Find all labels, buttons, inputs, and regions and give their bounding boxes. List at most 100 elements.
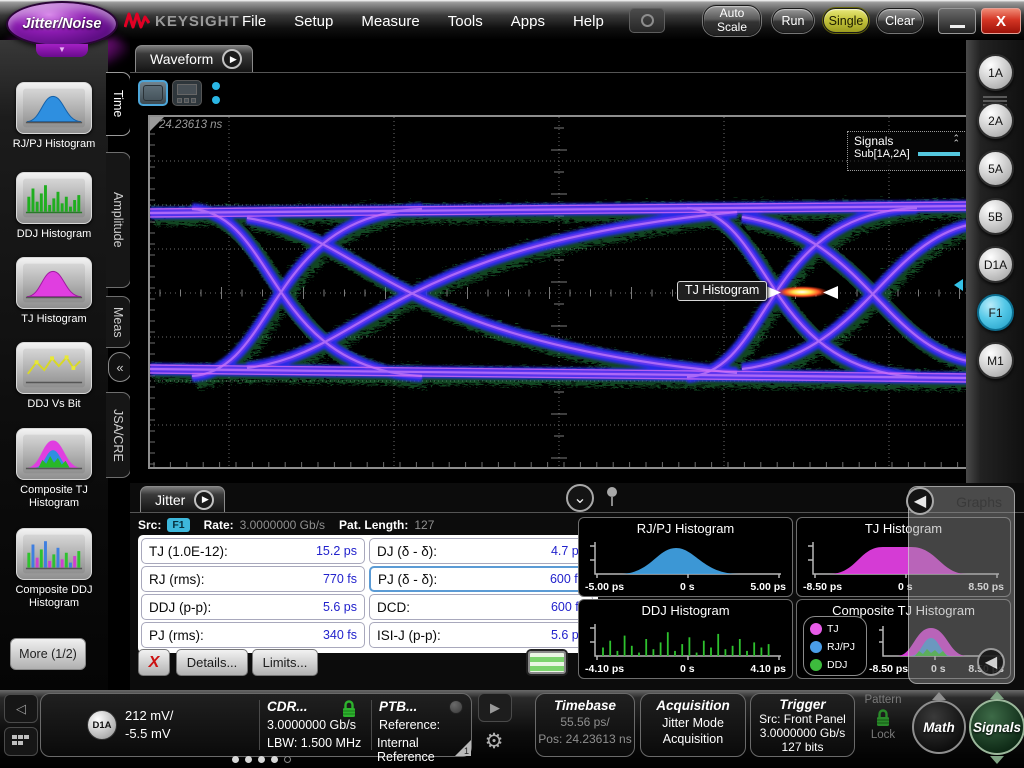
tab-time[interactable]: Time [106, 72, 131, 136]
math-button[interactable]: Math [912, 700, 966, 754]
channel-button-m1[interactable]: M1 [977, 342, 1014, 379]
tab-divider [130, 72, 1024, 73]
cdr-title: CDR... [267, 699, 308, 714]
run-button[interactable]: Run [772, 8, 814, 33]
menu-setup[interactable]: Setup [280, 11, 347, 32]
table-row: PJ (rms):340 fs ISI-J (p-p):5.6 ps [141, 622, 595, 648]
sidebar-item-label: DDJ Histogram [0, 228, 108, 241]
sidebar-item-composite-tj-histogram[interactable]: Composite TJ Histogram [0, 428, 108, 510]
result-cell-pj-rms[interactable]: PJ (rms):340 fs [141, 622, 365, 648]
menu-help[interactable]: Help [559, 11, 618, 32]
sidebar-item-ddj-histogram[interactable]: DDJ Histogram [0, 172, 108, 241]
app-logo[interactable]: Jitter/Noise [6, 1, 118, 47]
measurement-status-icon [528, 651, 566, 674]
ddj-legend-dot [810, 659, 822, 671]
channel-button-f1[interactable]: F1 [977, 294, 1014, 331]
x-label-min: -4.10 ps [585, 663, 624, 675]
collapse-chevron-icon[interactable]: ⌃⌃ [952, 136, 960, 146]
logo-dropdown-arrow[interactable]: ▼ [36, 44, 88, 57]
trigger-panel[interactable]: Trigger Src: Front Panel 3.0000000 Gb/s … [750, 693, 855, 757]
details-button[interactable]: Details... [176, 649, 248, 676]
acquisition-panel[interactable]: Acquisition Jitter Mode Acquisition [640, 693, 746, 757]
signals-up-arrow-icon[interactable] [990, 691, 1004, 699]
more-graphs-button[interactable]: More (1/2) [10, 638, 86, 670]
channel-button-5b[interactable]: 5B [977, 198, 1014, 235]
screenshot-camera-button[interactable] [629, 8, 665, 33]
result-cell-tj[interactable]: TJ (1.0E-12):15.2 ps [141, 538, 365, 564]
collapse-sidebar-button[interactable]: « [108, 352, 132, 382]
x-label-min: -8.50 ps [869, 663, 908, 675]
scroll-left-button[interactable]: ◁ [4, 694, 38, 723]
result-cell-isij[interactable]: ISI-J (p-p):5.6 ps [369, 622, 593, 648]
trigger-bits-value: 127 bits [751, 740, 854, 754]
jitter-tab-menu-icon[interactable]: ▶ [194, 490, 214, 510]
math-up-arrow-icon[interactable] [932, 692, 946, 700]
single-button[interactable]: Single [823, 8, 869, 33]
src-label: Src: [138, 518, 161, 532]
sidebar-item-tj-histogram[interactable]: TJ Histogram [0, 257, 108, 326]
tab-amplitude[interactable]: Amplitude [106, 152, 131, 288]
result-cell-dj[interactable]: DJ (δ - δ):4.7 ps [369, 538, 593, 564]
timebase-panel[interactable]: Timebase 55.56 ps/ Pos: 24.23613 ns [535, 693, 635, 757]
tab-jsa-cre[interactable]: JSA/CRE [106, 392, 131, 478]
sidebar-item-ddj-vs-bit[interactable]: DDJ Vs Bit [0, 342, 108, 411]
signals-down-arrow-icon[interactable] [990, 756, 1004, 764]
layout-multi-button[interactable] [172, 80, 202, 106]
settings-gear-button[interactable]: ⚙ [478, 726, 510, 756]
pagination-dots[interactable] [232, 756, 291, 763]
minimize-button[interactable] [938, 8, 976, 34]
signal-list-button[interactable] [4, 727, 38, 756]
auto-scale-button[interactable]: Auto Scale [703, 5, 761, 36]
pin-icon[interactable] [604, 486, 620, 508]
signals-button[interactable]: Signals [969, 699, 1024, 755]
rjpj-histogram-icon [23, 88, 85, 128]
waveform-tab[interactable]: Waveform ▶ [135, 45, 253, 72]
result-cell-pj-dd[interactable]: PJ (δ - δ):600 fs [369, 566, 593, 592]
menu-measure[interactable]: Measure [347, 11, 433, 32]
plot-timestamp: 24.23613 ns [159, 119, 222, 131]
keysight-spark-icon [124, 11, 150, 31]
pattern-lock-icon [875, 708, 891, 727]
close-button[interactable]: X [981, 8, 1021, 34]
result-cell-ddj[interactable]: DDJ (p-p):5.6 ps [141, 594, 365, 620]
composite-legend: TJ RJ/PJ DDJ [803, 616, 867, 676]
tab-meas[interactable]: Meas [106, 296, 131, 348]
graphs-drawer-arrow-button[interactable]: ◀ [977, 648, 1005, 676]
mini-panel-rjpj-histogram[interactable]: RJ/PJ Histogram -5.00 ps 0 s 5.00 ps [578, 517, 793, 597]
sidebar-item-label: TJ Histogram [0, 313, 108, 326]
limits-button[interactable]: Limits... [252, 649, 318, 676]
channel-button-5a[interactable]: 5A [977, 150, 1014, 187]
scroll-right-button[interactable]: ▶ [478, 693, 512, 722]
menu-tools[interactable]: Tools [434, 11, 497, 32]
signals-legend-box[interactable]: Signals ⌃⌃ Sub[1A,2A] [847, 131, 967, 171]
graphs-drawer-open-button[interactable]: ◀ [906, 487, 934, 515]
delete-measurement-button[interactable]: X [138, 649, 170, 676]
auto-scale-line1: Auto [720, 7, 745, 20]
result-cell-rj[interactable]: RJ (rms):770 fs [141, 566, 365, 592]
panel-divider [259, 700, 260, 750]
signal-settings-panel[interactable]: D1A 212 mV/ -5.5 mV CDR... 3.0000000 Gb/… [40, 693, 472, 757]
legend-label: RJ/PJ [827, 641, 855, 653]
menu-file[interactable]: File [228, 11, 280, 32]
pane-indicator-dot [212, 96, 220, 104]
clear-button[interactable]: Clear [877, 8, 923, 33]
application-window: Jitter/Noise ▼ KEYSIGHT File Setup Measu… [0, 0, 1024, 768]
collapse-panel-button[interactable]: ⌄ [566, 484, 594, 512]
channel-button-2a[interactable]: 2A [977, 102, 1014, 139]
jitter-tab[interactable]: Jitter ▶ [140, 486, 225, 512]
tj-histogram-icon [23, 263, 85, 303]
eye-diagram-plot[interactable]: 24.23613 ns Signals ⌃⌃ Sub[1A,2A] TJ His… [148, 115, 970, 469]
sidebar-item-composite-ddj-histogram[interactable]: Composite DDJ Histogram [0, 528, 108, 610]
mini-panel-ddj-histogram[interactable]: DDJ Histogram -4.10 ps 0 s 4.10 ps [578, 599, 793, 679]
channel-button-1a[interactable]: 1A [977, 54, 1014, 91]
d1a-channel-badge[interactable]: D1A [87, 710, 117, 740]
sidebar-item-rjpj-histogram[interactable]: RJ/PJ Histogram [0, 82, 108, 151]
menu-apps[interactable]: Apps [497, 11, 559, 32]
mini-panel-title: DDJ Histogram [579, 603, 792, 618]
composite-ddj-histogram-icon [23, 534, 85, 574]
layout-single-button[interactable] [138, 80, 168, 106]
src-badge[interactable]: F1 [167, 518, 189, 532]
waveform-tab-menu-icon[interactable]: ▶ [222, 49, 242, 69]
result-cell-dcd[interactable]: DCD:600 fs [369, 594, 593, 620]
channel-button-d1a[interactable]: D1A [977, 246, 1014, 283]
